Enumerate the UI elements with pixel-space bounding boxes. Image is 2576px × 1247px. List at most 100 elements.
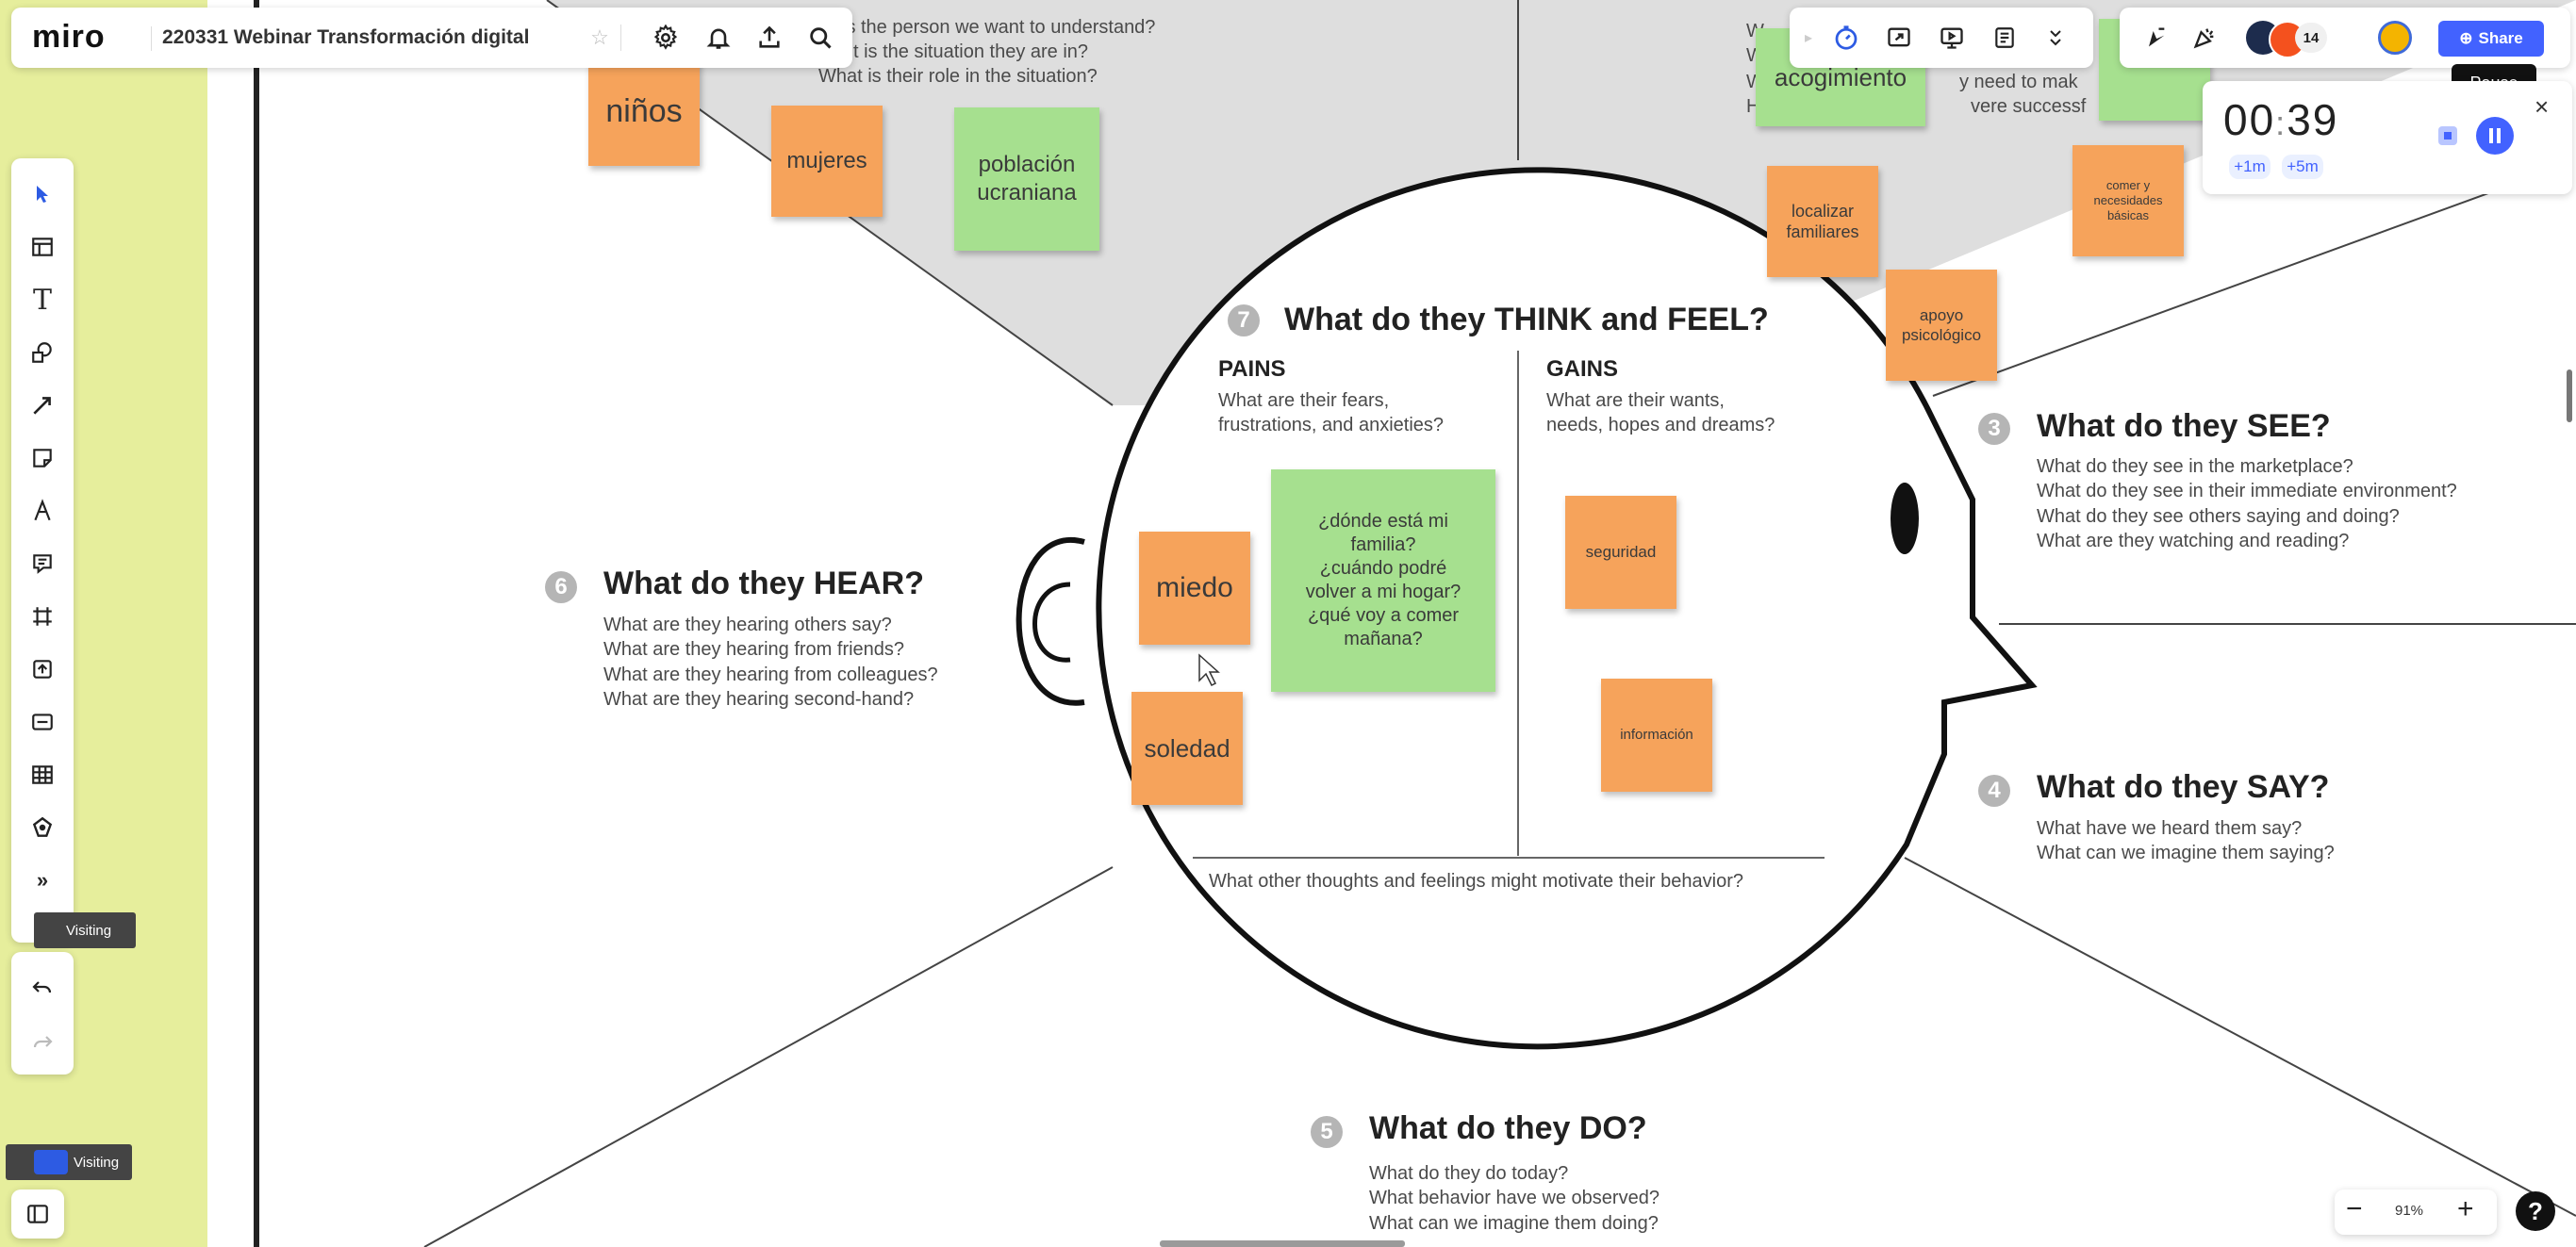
celebrate-icon[interactable] [2188, 21, 2221, 55]
table-icon[interactable] [25, 758, 59, 792]
top-right-fragment-line1: y need to mak [1959, 72, 2078, 92]
sticky-miedo[interactable]: miedo [1139, 532, 1250, 645]
header-divider [151, 26, 152, 51]
templates-icon[interactable] [25, 811, 59, 845]
say-title: What do they SAY? [2037, 769, 2330, 805]
timer-close-icon[interactable]: × [2535, 92, 2549, 122]
see-text: What do they see in the marketplace? Wha… [2037, 456, 2457, 552]
creation-toolbar: T » [11, 158, 74, 943]
undo-redo-panel [11, 952, 74, 1075]
export-upload-icon[interactable] [752, 21, 786, 55]
visiting-label-1: Visiting [66, 922, 112, 939]
head-ear [1016, 536, 1085, 706]
timer-colon: : [2275, 104, 2287, 142]
more-tools-icon[interactable]: » [25, 863, 59, 897]
say-text: What have we heard them say? What can we… [2037, 818, 2335, 864]
sticky-note-icon[interactable] [25, 441, 59, 475]
upload-icon[interactable] [25, 652, 59, 686]
pen-icon[interactable] [25, 494, 59, 528]
presentation-icon[interactable] [1935, 21, 1969, 55]
miro-logo[interactable]: miro [32, 19, 106, 56]
board-title[interactable]: 220331 Webinar Transformación digital [162, 26, 529, 49]
sticky-soledad[interactable]: soledad [1131, 692, 1243, 805]
line-arrow-icon[interactable] [25, 388, 59, 422]
comment-icon[interactable] [25, 547, 59, 581]
timer-display: 00:39 [2223, 94, 2338, 145]
star-icon[interactable]: ☆ [586, 25, 613, 51]
reactions-cursor-icon[interactable] [2138, 21, 2172, 55]
do-title: What do they DO? [1369, 1110, 1647, 1146]
add-1-minute-button[interactable]: +1m [2229, 155, 2271, 179]
horizontal-scrollbar[interactable] [1160, 1240, 1405, 1247]
add-5-minutes-button[interactable]: +5m [2282, 155, 2323, 179]
text-icon[interactable]: T [25, 283, 59, 317]
do-number: 5 [1311, 1116, 1343, 1148]
settings-icon[interactable] [649, 21, 683, 55]
sticky-poblacion-ucraniana[interactable]: población ucraniana [954, 107, 1099, 251]
zoom-in-button[interactable]: + [2457, 1193, 2474, 1225]
see-number: 3 [1978, 413, 2010, 445]
timer-icon[interactable] [1829, 21, 1863, 55]
timer-minutes: 00 [2223, 95, 2276, 144]
crop-frame-icon[interactable] [25, 599, 59, 633]
redo-icon[interactable] [25, 1025, 59, 1059]
sidebar-toggle-panel [11, 1190, 64, 1239]
zoom-panel: − 91% + [2335, 1190, 2497, 1235]
notifications-bell-icon[interactable] [702, 21, 735, 55]
current-user-avatar[interactable] [2378, 21, 2412, 55]
vertical-scrollbar[interactable] [2567, 369, 2572, 422]
timer-pause-button[interactable] [2476, 117, 2514, 155]
visitor-avatar [34, 1150, 68, 1174]
header-divider-2 [620, 25, 621, 51]
sticky-mujeres[interactable]: mujeres [771, 106, 883, 217]
undo-icon[interactable] [25, 971, 59, 1005]
collaborator-count[interactable]: 14 [2295, 23, 2327, 53]
globe-icon: ⊕ [2459, 29, 2473, 47]
sticky-informacion[interactable]: información [1601, 679, 1712, 792]
hear-number: 6 [545, 571, 577, 603]
top-left-question-3: What is their role in the situation? [818, 66, 1098, 87]
top-right-fragment-line2: vere successf [1971, 96, 2087, 117]
sticky-seguridad[interactable]: seguridad [1565, 496, 1676, 609]
sticky-donde-esta-mi-familia[interactable]: ¿dónde está mi familia? ¿cuándo podré vo… [1271, 469, 1495, 692]
help-button[interactable]: ? [2516, 1191, 2555, 1231]
pains-text: What are their fears, frustrations, and … [1218, 390, 1445, 436]
frame-icon[interactable] [25, 230, 59, 264]
card-icon[interactable] [25, 705, 59, 739]
top-left-question-1: is the person we want to understand? [842, 17, 1156, 38]
pains-title: PAINS [1218, 356, 1286, 382]
top-left-question-2: t is the situation they are in? [853, 41, 1089, 62]
select-icon[interactable] [25, 177, 59, 211]
notes-list-icon[interactable] [1988, 21, 2022, 55]
think-feel-bottom-text: What other thoughts and feelings might m… [1209, 871, 1743, 892]
search-icon[interactable] [803, 21, 837, 55]
collapse-arrow-icon[interactable]: ▸ [1799, 25, 1818, 51]
say-number: 4 [1978, 775, 2010, 807]
zoom-level[interactable]: 91% [2395, 1203, 2423, 1219]
see-title: What do they SEE? [2037, 408, 2331, 444]
screen-share-icon[interactable] [1882, 21, 1916, 55]
visiting-label-2: Visiting [74, 1154, 120, 1171]
sticky-apoyo-psicologico[interactable]: apoyo psicológico [1886, 270, 1997, 381]
divider-bottom-left [423, 866, 1114, 1247]
shapes-icon[interactable] [25, 336, 59, 369]
zoom-out-button[interactable]: − [2346, 1193, 2363, 1225]
timer-stop-button[interactable] [2438, 126, 2457, 145]
more-tools-chevron-icon[interactable] [2039, 21, 2072, 55]
visiting-badge-1: Visiting [34, 912, 136, 948]
share-button[interactable]: ⊕ Share [2438, 21, 2544, 57]
head-eye [1891, 483, 1919, 554]
timer-seconds: 39 [2287, 95, 2339, 144]
sidebar-toggle-icon[interactable] [21, 1197, 55, 1231]
gains-text: What are their wants, needs, hopes and d… [1546, 390, 1775, 436]
hear-title: What do they HEAR? [603, 566, 924, 601]
share-label: Share [2478, 29, 2523, 47]
sticky-comer-necesidades[interactable]: comer y necesidades básicas [2072, 145, 2184, 256]
gains-title: GAINS [1546, 356, 1619, 382]
hear-text: What are they hearing others say? What a… [603, 615, 938, 711]
pause-icon [2489, 128, 2501, 143]
sticky-ninos[interactable]: niños [588, 57, 700, 166]
sticky-localizar-familiares[interactable]: localizar familiares [1767, 166, 1878, 277]
divider-bottom-right [1904, 857, 2576, 1217]
miro-board-screen: is the person we want to understand? t i… [0, 0, 2576, 1247]
